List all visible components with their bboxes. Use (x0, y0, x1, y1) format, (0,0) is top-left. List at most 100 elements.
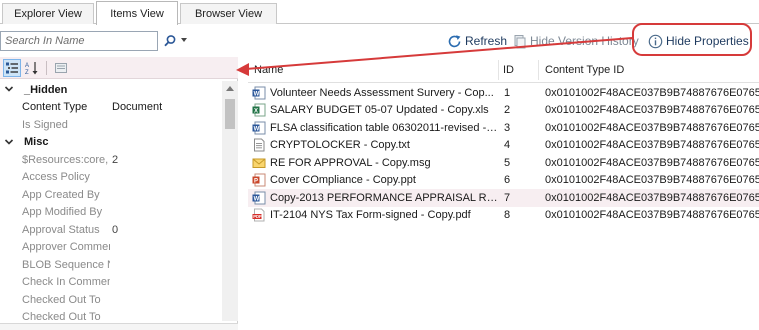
refresh-label: Refresh (465, 34, 508, 48)
alphabetical-sort-button[interactable]: A Z (23, 59, 41, 77)
property-row[interactable]: Checked Out To (0, 309, 222, 321)
property-name: Access Policy (22, 171, 90, 184)
word-doc-icon: W (252, 86, 266, 100)
cell-name[interactable]: CRYPTOLOCKER - Copy.txt (252, 137, 498, 155)
property-name: Checked Out To (22, 293, 101, 306)
cell-id[interactable]: 6 (504, 172, 510, 190)
property-row[interactable]: App Modified By (0, 204, 222, 222)
file-name: Copy-2013 PERFORMANCE APPRAISAL Rob... (270, 191, 498, 204)
property-row[interactable]: Is Signed (0, 116, 222, 134)
cell-id[interactable]: 1 (504, 84, 510, 102)
view-tab-bar: Explorer View Items View Browser View (0, 0, 759, 25)
property-row[interactable]: $Resources:core, 2 (0, 151, 222, 169)
svg-text:W: W (254, 91, 260, 97)
property-scrollbar[interactable] (222, 81, 238, 321)
refresh-button[interactable]: Refresh (447, 31, 507, 51)
info-icon (648, 34, 663, 48)
property-name: Approval Status (22, 223, 100, 236)
search-button[interactable] (162, 31, 178, 51)
cell-name[interactable]: W FLSA classification table 06302011-revi… (252, 119, 498, 137)
table-row[interactable]: X SALARY BUDGET 05-07 Updated - Copy.xls 2… (248, 102, 759, 120)
cell-id[interactable]: 5 (504, 154, 510, 172)
table-row[interactable]: RE FOR APPROVAL - Copy.msg 5 0x0101002F48A… (248, 154, 759, 172)
scrollbar-thumb[interactable] (225, 99, 235, 129)
categorized-icon (6, 62, 18, 74)
cell-content-type-id[interactable]: 0x0101002F48ACE037B9B74887676E0765 (545, 119, 759, 137)
search-icon (164, 35, 176, 47)
cell-content-type-id[interactable]: 0x0101002F48ACE037B9B74887676E0765 (545, 84, 759, 102)
table-row[interactable]: W FLSA classification table 06302011-revi… (248, 119, 759, 137)
column-header-content-type-id[interactable]: Content Type ID (545, 57, 624, 83)
cell-id[interactable]: 3 (504, 119, 510, 137)
property-row[interactable]: Approver Commen (0, 239, 222, 257)
svg-text:PDF: PDF (253, 214, 262, 219)
property-pages-button[interactable] (52, 59, 70, 77)
categorized-view-button[interactable] (3, 59, 21, 77)
cell-name[interactable]: P Cover COmpliance - Copy.ppt (252, 172, 498, 190)
cell-content-type-id[interactable]: 0x0101002F48ACE037B9B74887676E0765 (545, 189, 759, 207)
hide-properties-button[interactable]: Hide Properties (648, 31, 749, 51)
cell-id[interactable]: 2 (504, 102, 510, 120)
cell-name[interactable]: W Volunteer Needs Assessment Survery - Co… (252, 84, 498, 102)
property-name: Is Signed (22, 118, 68, 131)
chevron-down-icon[interactable] (4, 84, 14, 94)
cell-id[interactable]: 4 (504, 137, 510, 155)
property-name: Checked Out To (22, 311, 101, 321)
cell-content-type-id[interactable]: 0x0101002F48ACE037B9B74887676E0765 (545, 154, 759, 172)
file-name: RE FOR APPROVAL - Copy.msg (270, 156, 431, 169)
tab-label: Browser View (194, 8, 263, 20)
cell-name[interactable]: W Copy-2013 PERFORMANCE APPRAISAL Rob... (252, 189, 498, 207)
property-row[interactable]: Approval Status 0 (0, 221, 222, 239)
toolbar-separator (46, 61, 47, 75)
hide-version-history-button[interactable]: Hide Version History (512, 31, 639, 51)
property-row[interactable]: BLOB Sequence N (0, 256, 222, 274)
property-row[interactable]: Access Policy (0, 169, 222, 187)
property-value: 0 (112, 223, 119, 236)
property-name: Approver Commen (22, 241, 110, 254)
cell-name[interactable]: PDF IT-2104 NYS Tax Form-signed - Copy.pd… (252, 207, 498, 225)
cell-name[interactable]: X SALARY BUDGET 05-07 Updated - Copy.xls (252, 102, 498, 120)
column-header-id[interactable]: ID (503, 57, 514, 83)
cell-id[interactable]: 7 (504, 189, 510, 207)
svg-text:A: A (25, 63, 29, 69)
column-divider[interactable] (538, 60, 539, 80)
property-row[interactable]: Content Type Document (0, 99, 222, 117)
table-row[interactable]: W Copy-2013 PERFORMANCE APPRAISAL Rob... 7… (248, 189, 759, 207)
cell-content-type-id[interactable]: 0x0101002F48ACE037B9B74887676E0765 (545, 172, 759, 190)
property-description-area (0, 323, 238, 330)
category-misc[interactable]: Misc (0, 134, 222, 152)
scroll-up-arrow[interactable] (226, 86, 234, 91)
table-row[interactable]: CRYPTOLOCKER - Copy.txt 4 0x0101002F48ACE0… (248, 137, 759, 155)
column-divider[interactable] (498, 60, 499, 80)
cell-content-type-id[interactable]: 0x0101002F48ACE037B9B74887676E0765 (545, 102, 759, 120)
property-row[interactable]: Checked Out To (0, 291, 222, 309)
pdf-icon: PDF (252, 208, 266, 222)
category-label: _Hidden (24, 83, 68, 96)
search-input[interactable]: Search In Name (0, 31, 158, 51)
cell-name[interactable]: RE FOR APPROVAL - Copy.msg (252, 154, 498, 172)
cell-content-type-id[interactable]: 0x0101002F48ACE037B9B74887676E0765 (545, 137, 759, 155)
property-list: _Hidden Content Type Document Is Signed … (0, 81, 222, 321)
table-row[interactable]: PDF IT-2104 NYS Tax Form-signed - Copy.pd… (248, 207, 759, 225)
excel-icon: X (252, 103, 266, 117)
items-grid: Name ID Content Type ID W Volunteer Needs… (248, 57, 759, 330)
tab-explorer-view[interactable]: Explorer View (2, 3, 94, 24)
word-doc-icon: W (252, 191, 266, 205)
svg-text:P: P (254, 179, 258, 185)
search-options-dropdown[interactable] (181, 38, 187, 42)
tab-label: Items View (110, 7, 164, 20)
category-hidden[interactable]: _Hidden (0, 81, 222, 99)
tab-browser-view[interactable]: Browser View (180, 3, 277, 24)
property-name: Content Type (22, 101, 88, 114)
property-row[interactable]: App Created By (0, 186, 222, 204)
table-row[interactable]: W Volunteer Needs Assessment Survery - Co… (248, 84, 759, 102)
column-header-name[interactable]: Name (254, 57, 283, 83)
property-panel: A Z _Hidden Content Type Document Is Sig… (0, 57, 238, 330)
tab-items-view[interactable]: Items View (96, 1, 178, 25)
property-row[interactable]: Check In Commen (0, 274, 222, 292)
table-row[interactable]: P Cover COmpliance - Copy.ppt 6 0x0101002F4… (248, 172, 759, 190)
cell-id[interactable]: 8 (504, 207, 510, 225)
property-name: Check In Commen (22, 276, 110, 289)
chevron-down-icon[interactable] (4, 137, 14, 147)
cell-content-type-id[interactable]: 0x0101002F48ACE037B9B74887676E0765 (545, 207, 759, 225)
